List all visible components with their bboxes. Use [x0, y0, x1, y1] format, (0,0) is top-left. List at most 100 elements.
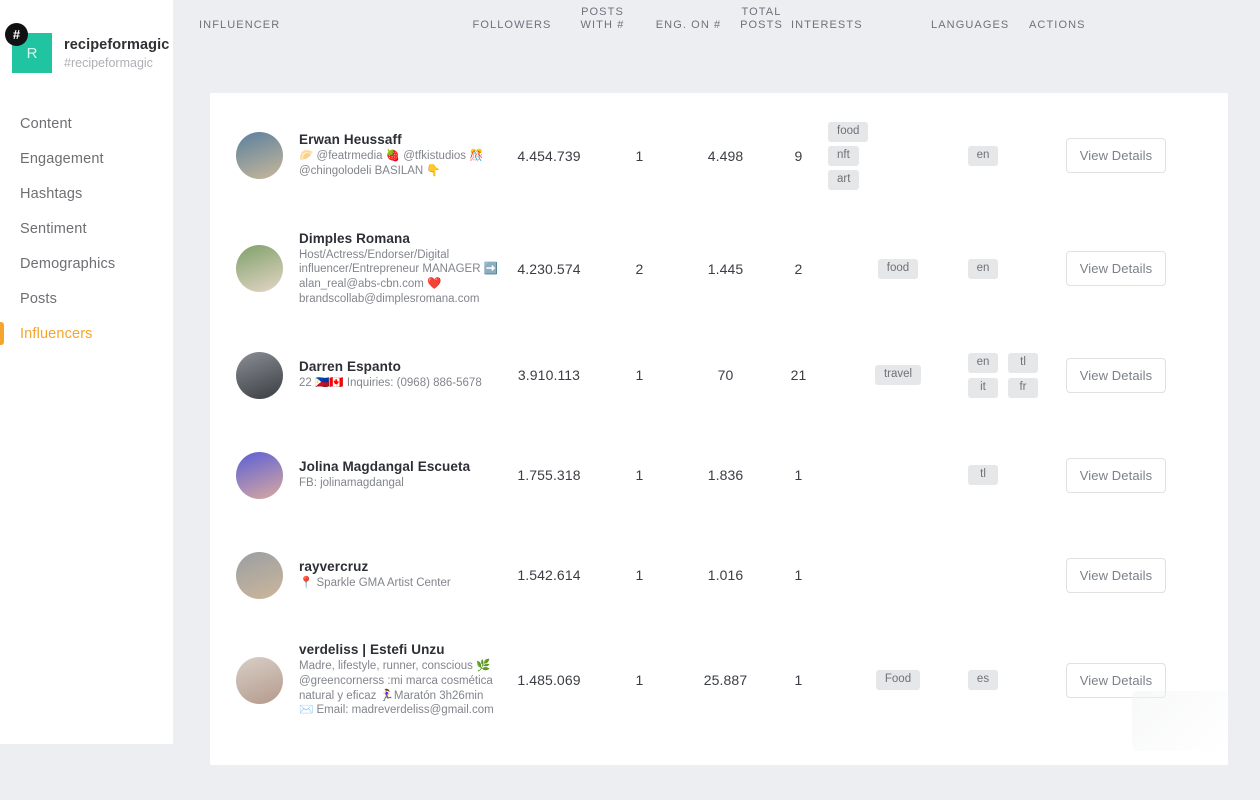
avatar	[236, 451, 283, 499]
view-details-button[interactable]: View Details	[1066, 357, 1166, 393]
column-header-influencer: INFLUENCER	[199, 19, 281, 31]
languages-cell: tl	[968, 465, 1066, 485]
avatar	[236, 656, 283, 704]
engagement-cell: 25.887	[703, 672, 748, 688]
actions-cell: View Details	[1066, 662, 1196, 698]
sidebar-item-posts[interactable]: Posts	[0, 281, 173, 316]
table-row: Dimples Romana Host/Actress/Endorser/Digi…	[210, 212, 1228, 325]
total-posts-cell: 9	[794, 147, 803, 164]
actions-cell: View Details	[1066, 457, 1196, 493]
influencer-cell: Erwan Heussaff 🥟 @featrmedia 🍓 @tfkistudi…	[236, 132, 501, 179]
interests-cell: food nft art	[828, 121, 968, 190]
influencer-name: Dimples Romana	[299, 230, 410, 246]
influencer-cell: rayvercruz 📍 Sparkle GMA Artist Center	[236, 551, 501, 599]
actions-cell: View Details	[1066, 557, 1196, 593]
sidebar-item-demographics[interactable]: Demographics	[0, 246, 173, 281]
brand-header: # R recipeformagic #recipeformagic	[0, 0, 173, 73]
view-details-button[interactable]: View Details	[1066, 557, 1166, 593]
interest-tag: food	[877, 258, 919, 279]
main-content: INFLUENCER FOLLOWERS POSTS WITH # ENG. ON…	[173, 0, 1260, 800]
language-tag: en	[968, 258, 998, 279]
influencer-text: rayvercruz 📍 Sparkle GMA Artist Center	[299, 559, 499, 591]
sidebar-item-influencers[interactable]: Influencers	[0, 316, 173, 351]
followers-cell: 1.542.614	[517, 567, 581, 583]
sidebar-item-label: Posts	[20, 290, 58, 307]
influencer-cell: Darren Espanto 22 🇵🇭🇨🇦 Inquiries: (0968) …	[236, 351, 501, 399]
language-tag: fr	[1008, 377, 1038, 398]
sidebar-item-sentiment[interactable]: Sentiment	[0, 211, 173, 246]
influencer-cell: verdeliss | Estefi Unzu Madre, lifestyle,…	[236, 642, 501, 717]
interests-cell: Food	[828, 670, 968, 690]
influencer-bio: Host/Actress/Endorser/Digital influencer…	[299, 248, 499, 305]
influencer-bio: FB: jolinamagdangal	[299, 477, 404, 490]
view-details-button[interactable]: View Details	[1066, 138, 1166, 173]
brand-name: recipeformagic	[64, 36, 170, 53]
column-header-eng-on-hash: ENG. ON #	[655, 19, 722, 31]
followers-cell: 4.230.574	[517, 260, 581, 277]
language-tag: es	[968, 670, 998, 690]
view-details-button[interactable]: View Details	[1066, 457, 1166, 493]
column-header-interests: INTERESTS	[791, 19, 863, 31]
sidebar-item-label: Engagement	[20, 150, 104, 167]
posts-with-hash-cell: 1	[635, 567, 644, 583]
influencer-text: Darren Espanto 22 🇵🇭🇨🇦 Inquiries: (0968) …	[299, 359, 499, 391]
influencer-name: Darren Espanto	[299, 359, 401, 375]
influencer-text: Dimples Romana Host/Actress/Endorser/Digi…	[299, 231, 499, 306]
total-posts-cell: 2	[794, 260, 803, 277]
total-posts-cell: 1	[794, 467, 803, 483]
followers-cell: 4.454.739	[517, 147, 581, 164]
language-tag: tl	[1008, 352, 1038, 373]
influencer-bio: 22 🇵🇭🇨🇦 Inquiries: (0968) 886-5678	[299, 377, 482, 390]
followers-cell: 3.910.113	[517, 367, 581, 383]
view-details-button[interactable]: View Details	[1066, 251, 1166, 286]
influencer-text: verdeliss | Estefi Unzu Madre, lifestyle,…	[299, 642, 499, 717]
sidebar-item-engagement[interactable]: Engagement	[0, 141, 173, 176]
influencer-text: Erwan Heussaff 🥟 @featrmedia 🍓 @tfkistudi…	[299, 132, 499, 178]
influencer-bio: Madre, lifestyle, runner, conscious 🌿@gr…	[299, 660, 494, 717]
interest-tag: nft	[828, 145, 859, 166]
engagement-cell: 1.836	[707, 467, 744, 483]
sidebar-item-label: Demographics	[20, 255, 116, 272]
sidebar-item-label: Influencers	[20, 325, 93, 342]
posts-with-hash-cell: 1	[635, 672, 644, 688]
influencer-bio: 📍 Sparkle GMA Artist Center	[299, 577, 451, 590]
followers-cell: 1.755.318	[517, 467, 581, 483]
engagement-cell: 70	[717, 367, 734, 383]
influencer-name: rayvercruz	[299, 559, 369, 575]
influencer-name: verdeliss | Estefi Unzu	[299, 642, 445, 658]
actions-cell: View Details	[1066, 138, 1196, 173]
language-tag: en	[968, 352, 998, 373]
table-row: rayvercruz 📍 Sparkle GMA Artist Center 1.5…	[210, 525, 1228, 625]
interests-cell: food	[828, 258, 968, 279]
posts-with-hash-cell: 2	[635, 260, 644, 277]
table-row: verdeliss | Estefi Unzu Madre, lifestyle,…	[210, 625, 1228, 735]
actions-cell: View Details	[1066, 251, 1196, 286]
table-row: Darren Espanto 22 🇵🇭🇨🇦 Inquiries: (0968) …	[210, 325, 1228, 425]
interest-tag: Food	[875, 670, 921, 690]
sidebar-nav: Content Engagement Hashtags Sentiment Demogr…	[0, 106, 173, 351]
language-tag: en	[968, 145, 998, 166]
sidebar-item-hashtags[interactable]: Hashtags	[0, 176, 173, 211]
influencers-table-card: Erwan Heussaff 🥟 @featrmedia 🍓 @tfkistudi…	[210, 93, 1228, 765]
influencer-name: Jolina Magdangal Escueta	[299, 459, 471, 475]
influencer-cell: Jolina Magdangal Escueta FB: jolinamagdan…	[236, 451, 501, 499]
total-posts-cell: 1	[794, 567, 803, 583]
interest-tag: food	[828, 121, 869, 142]
sidebar-item-label: Hashtags	[20, 185, 83, 202]
column-header-actions: ACTIONS	[1029, 19, 1086, 31]
hashtag-icon: #	[5, 23, 28, 46]
column-header-languages: LANGUAGES	[931, 19, 1010, 31]
posts-with-hash-cell: 1	[635, 467, 644, 483]
interests-cell: travel	[828, 365, 968, 385]
language-tag: tl	[968, 465, 998, 485]
sidebar-item-label: Sentiment	[20, 220, 87, 237]
view-details-button[interactable]: View Details	[1066, 662, 1166, 698]
sidebar-item-content[interactable]: Content	[0, 106, 173, 141]
avatar-letter: R	[26, 44, 38, 62]
actions-cell: View Details	[1066, 357, 1196, 393]
language-tag: it	[968, 377, 998, 398]
app-root: # R recipeformagic #recipeformagic Conte…	[0, 0, 1260, 800]
languages-cell: en	[968, 258, 1066, 279]
brand-handle: #recipeformagic	[64, 55, 153, 70]
column-header-followers: FOLLOWERS	[472, 19, 552, 31]
